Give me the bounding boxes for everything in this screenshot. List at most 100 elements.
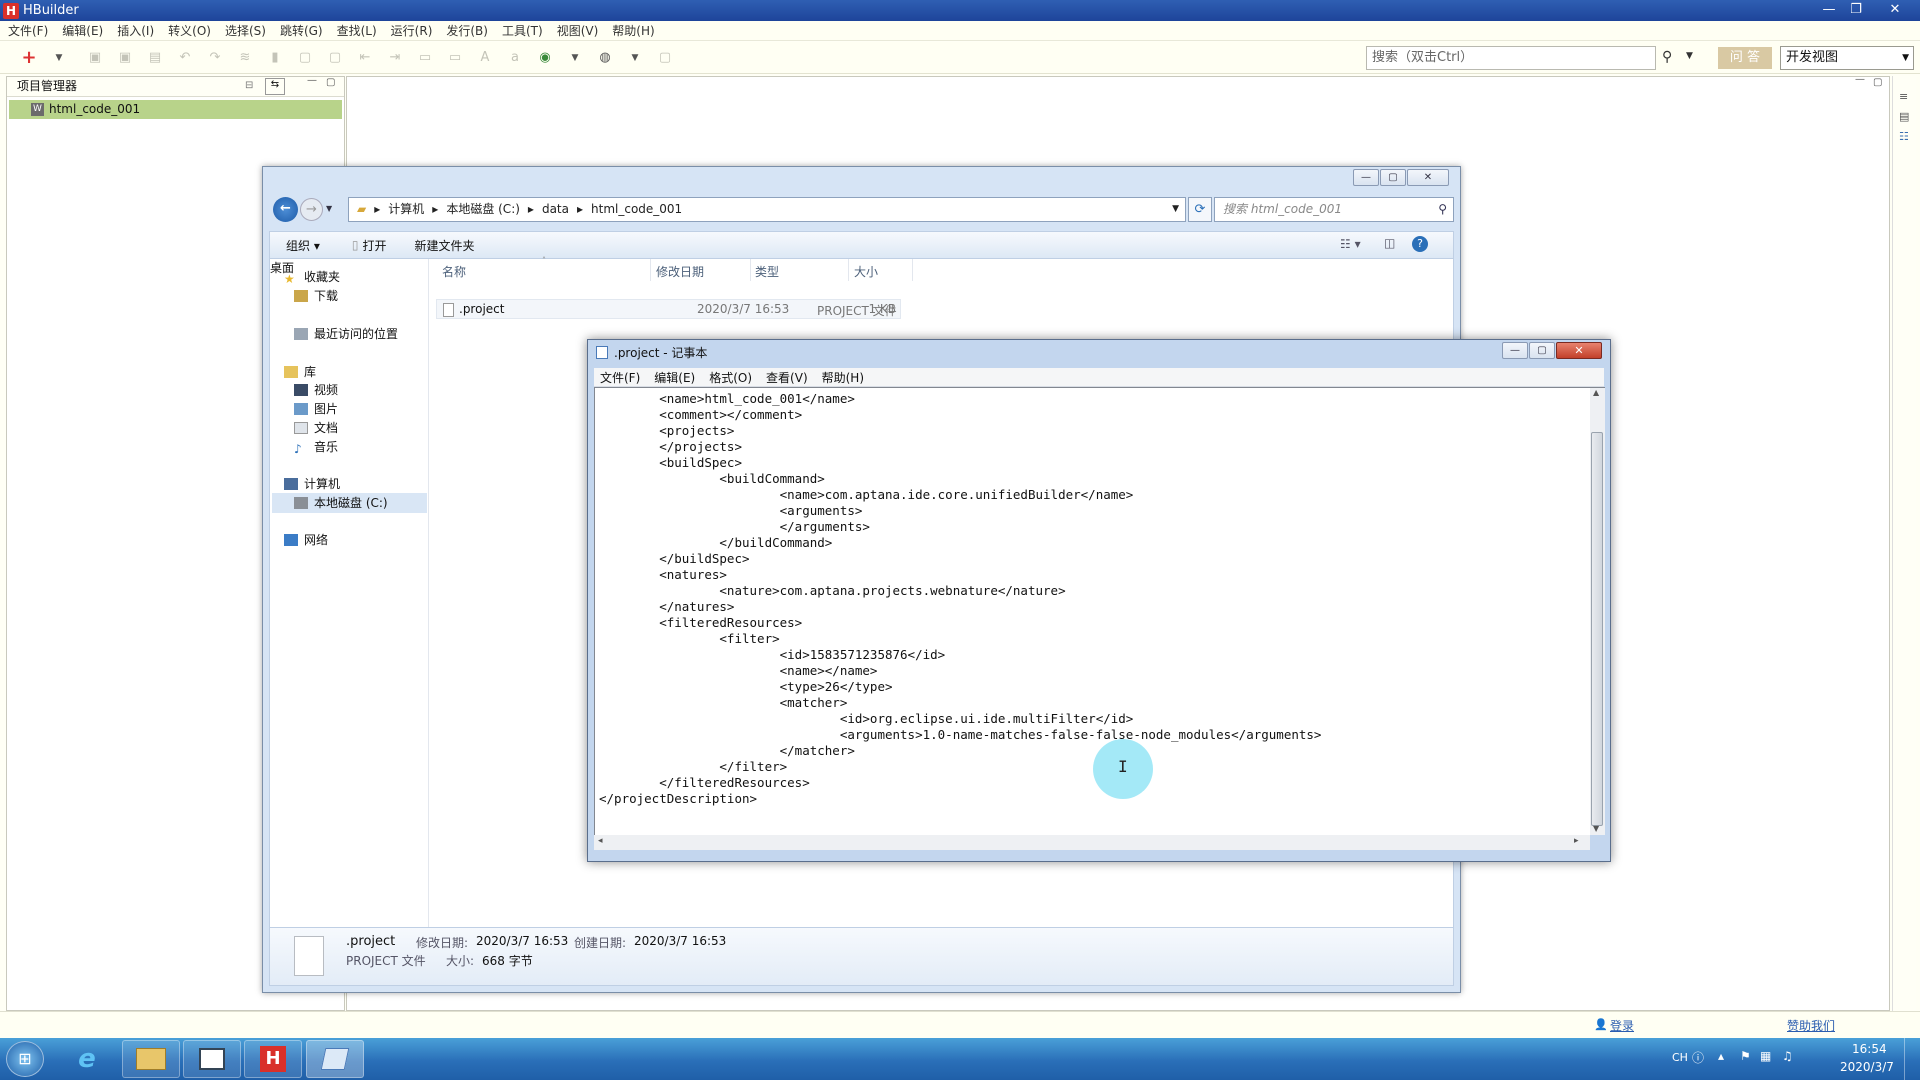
network-tray-icon[interactable]: ▦ <box>1760 1049 1771 1063</box>
menu-view[interactable]: 视图(V) <box>557 22 599 39</box>
editor-maximize-icon[interactable]: ▢ <box>1873 77 1882 88</box>
app-taskbar-button[interactable] <box>183 1040 241 1078</box>
nav-network[interactable]: 网络 <box>284 530 328 550</box>
paste-icon[interactable]: ▢ <box>324 47 346 69</box>
notepad-minimize-button[interactable]: — <box>1502 342 1528 359</box>
col-name[interactable]: 名称 <box>442 263 466 280</box>
nav-libraries[interactable]: 库 <box>284 362 316 382</box>
panel-minimize-icon[interactable]: — <box>307 75 317 86</box>
nav-computer[interactable]: 计算机 <box>284 474 340 494</box>
collapse-all-icon[interactable]: ⊟ <box>245 80 253 91</box>
volume-icon[interactable]: ♫ <box>1782 1049 1793 1063</box>
show-desktop-button[interactable] <box>1904 1038 1920 1080</box>
explorer-taskbar-button[interactable] <box>122 1040 180 1078</box>
browser-dropdown-icon[interactable]: ▼ <box>624 47 646 69</box>
ie-taskbar-button[interactable]: e <box>58 1040 116 1078</box>
np-menu-format[interactable]: 格式(O) <box>709 369 752 386</box>
preview-icon[interactable]: ▢ <box>654 47 676 69</box>
minimize-button[interactable]: — <box>1816 0 1842 18</box>
structure-icon[interactable]: ☷ <box>1899 130 1909 143</box>
col-size[interactable]: 大小 <box>854 263 878 280</box>
breadcrumb-data[interactable]: data <box>542 198 569 221</box>
menu-edit[interactable]: 编辑(E) <box>62 22 103 39</box>
nav-local-disk[interactable]: 本地磁盘 (C:) <box>272 493 427 513</box>
nav-downloads[interactable]: 下载 <box>294 286 338 306</box>
nav-documents[interactable]: 文档 <box>294 418 338 438</box>
run-icon[interactable]: ◉ <box>534 47 556 69</box>
nav-videos[interactable]: 视频 <box>294 380 338 400</box>
redo-icon[interactable]: ↷ <box>204 47 226 69</box>
menu-goto[interactable]: 跳转(G) <box>280 22 323 39</box>
editor-minimize-icon[interactable]: — <box>1855 74 1865 85</box>
font-increase-icon[interactable]: A <box>474 47 496 69</box>
explorer-minimize-button[interactable]: — <box>1353 169 1379 186</box>
breadcrumb-computer[interactable]: 计算机 <box>388 198 424 221</box>
scroll-up-icon[interactable]: ▲ <box>1593 388 1599 397</box>
start-button[interactable]: ⊞ <box>6 1041 44 1077</box>
notepad-close-button[interactable]: ✕ <box>1556 342 1602 359</box>
menu-insert[interactable]: 插入(I) <box>117 22 154 39</box>
menu-find[interactable]: 查找(L) <box>337 22 377 39</box>
restore-button[interactable]: ❐ <box>1843 0 1869 18</box>
new-dropdown-icon[interactable]: ▼ <box>48 47 70 69</box>
nav-recent[interactable]: 最近访问的位置 <box>294 324 398 344</box>
preview-pane-icon[interactable]: ◫ <box>1384 236 1395 250</box>
np-menu-file[interactable]: 文件(F) <box>600 369 640 386</box>
tray-expand-icon[interactable]: ▴ <box>1718 1049 1724 1063</box>
menu-publish[interactable]: 发行(B) <box>446 22 488 39</box>
console-icon[interactable]: ▤ <box>1899 110 1909 123</box>
new-folder-button[interactable]: 新建文件夹 <box>414 237 474 254</box>
address-bar[interactable]: ▰ ▸ 计算机 ▸ 本地磁盘 (C:) ▸ data ▸ html_code_0… <box>348 197 1186 222</box>
sponsor-link[interactable]: 赞助我们 <box>1787 1017 1835 1034</box>
hbuilder-taskbar-button[interactable]: H <box>244 1040 302 1078</box>
indent-icon[interactable]: ⇤ <box>354 47 376 69</box>
address-dropdown-icon[interactable]: ▼ <box>1172 198 1179 221</box>
vertical-scroll-thumb[interactable] <box>1591 432 1603 826</box>
history-dropdown-icon[interactable]: ▼ <box>326 204 332 213</box>
scroll-right-icon[interactable]: ▸ <box>1574 836 1579 846</box>
col-type[interactable]: 类型 <box>755 263 779 280</box>
search-icon[interactable]: ⚲ <box>1662 49 1672 65</box>
explorer-search-input[interactable]: 搜索 html_code_001 ⚲ <box>1214 197 1454 222</box>
browser-icon[interactable]: ◍ <box>594 47 616 69</box>
notepad-taskbar-button[interactable] <box>306 1040 364 1078</box>
font-decrease-icon[interactable]: a <box>504 47 526 69</box>
copy-icon[interactable]: ▢ <box>294 47 316 69</box>
breadcrumb-local-disk[interactable]: 本地磁盘 (C:) <box>446 198 520 221</box>
save-as-icon[interactable]: ▤ <box>144 47 166 69</box>
notepad-maximize-button[interactable]: ▢ <box>1529 342 1555 359</box>
search-dropdown-icon[interactable]: ▼ <box>1686 51 1693 61</box>
back-arrow-icon[interactable]: ← <box>273 197 298 222</box>
menu-file[interactable]: 文件(F) <box>8 22 48 39</box>
save-icon[interactable]: ▣ <box>84 47 106 69</box>
help-icon[interactable]: ? <box>1412 236 1428 252</box>
language-indicator[interactable]: CH <box>1672 1051 1688 1064</box>
bookmark-icon[interactable]: ▮ <box>264 47 286 69</box>
np-menu-view[interactable]: 查看(V) <box>766 369 808 386</box>
menu-run[interactable]: 运行(R) <box>391 22 433 39</box>
nav-music[interactable]: ♪ 音乐 <box>294 437 338 457</box>
login-link[interactable]: 登录 <box>1610 1017 1634 1034</box>
scroll-left-icon[interactable]: ◂ <box>598 836 603 846</box>
view-mode-icon[interactable]: ☷ ▾ <box>1340 237 1361 251</box>
ask-button[interactable]: 问 答 <box>1718 47 1772 69</box>
vertical-scrollbar[interactable]: ▲ ▼ <box>1590 387 1605 835</box>
col-modified[interactable]: 修改日期 <box>656 263 704 280</box>
explorer-close-button[interactable]: ✕ <box>1407 169 1449 186</box>
menu-help[interactable]: 帮助(H) <box>612 22 654 39</box>
action-center-icon[interactable]: ⚑ <box>1740 1049 1751 1063</box>
horizontal-scrollbar[interactable]: ◂ ▸ <box>594 835 1590 850</box>
nav-favorites[interactable]: ★ 收藏夹 <box>284 267 340 287</box>
clock-date[interactable]: 2020/3/7 <box>1840 1060 1894 1074</box>
outdent-icon[interactable]: ⇥ <box>384 47 406 69</box>
menu-select[interactable]: 选择(S) <box>225 22 266 39</box>
link-editor-icon[interactable]: ⇆ <box>265 78 285 95</box>
format-icon[interactable]: ≋ <box>234 47 256 69</box>
np-menu-edit[interactable]: 编辑(E) <box>654 369 695 386</box>
new-plus-icon[interactable]: + <box>18 47 40 69</box>
open-button[interactable]: 打开 <box>362 237 386 254</box>
scroll-down-icon[interactable]: ▼ <box>1593 824 1599 833</box>
organize-button[interactable]: 组织 ▾ <box>286 237 320 254</box>
menu-tools[interactable]: 工具(T) <box>502 22 543 39</box>
close-button[interactable]: ✕ <box>1882 0 1908 18</box>
